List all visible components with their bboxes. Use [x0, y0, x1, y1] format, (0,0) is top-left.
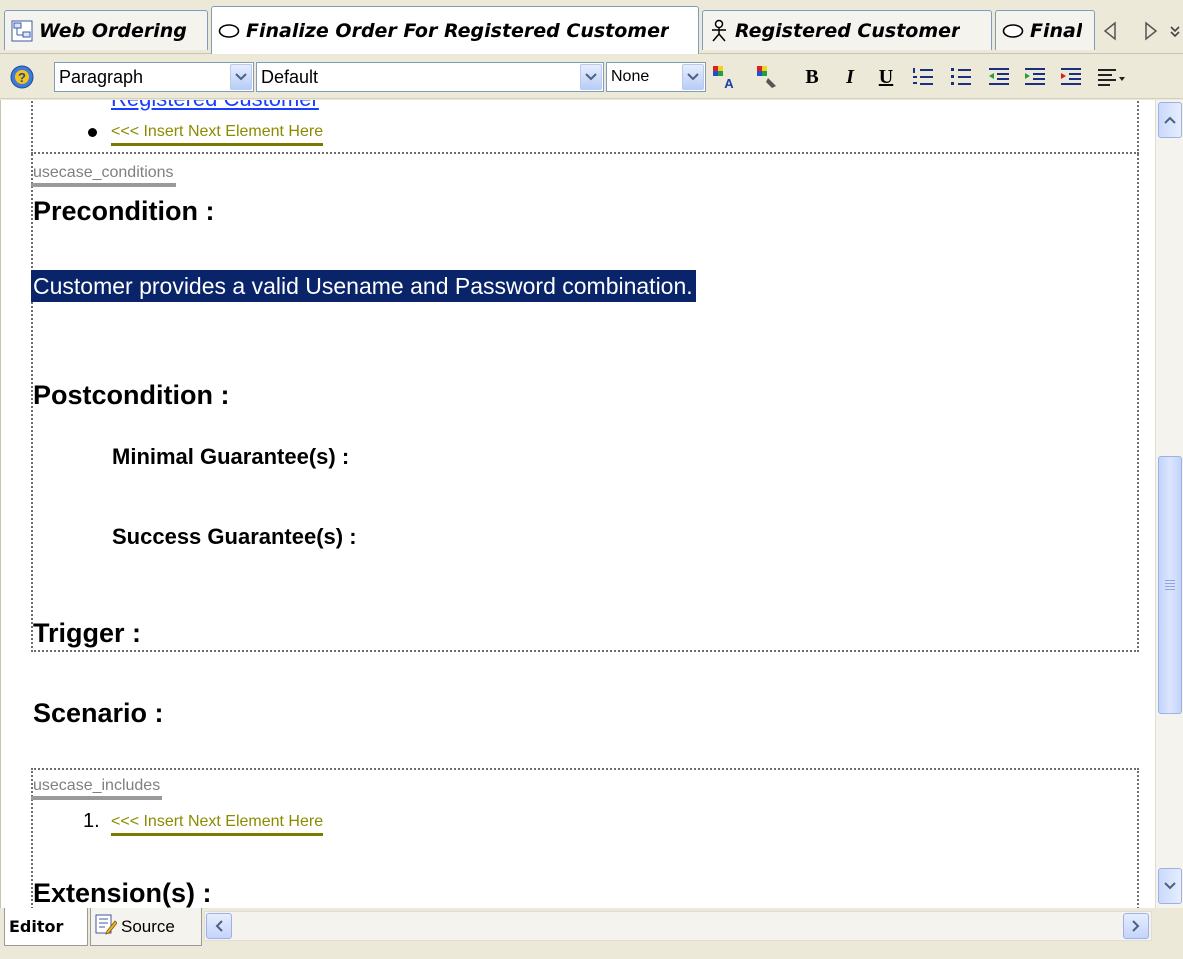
horizontal-scrollbar[interactable]	[204, 911, 1152, 941]
vertical-scrollbar[interactable]	[1155, 100, 1183, 908]
source-pencil-icon	[95, 913, 118, 940]
usecase-includes-tag: usecase_includes	[31, 777, 163, 800]
align-menu-icon[interactable]	[1094, 63, 1130, 91]
usecase-ellipse-icon	[1002, 23, 1024, 39]
actor-icon	[709, 19, 729, 43]
postcondition-heading: Postcondition :	[33, 380, 230, 410]
font-size-value: None	[611, 68, 650, 85]
format-toolbar: ? Paragraph Default None A B I U	[0, 55, 1183, 99]
scroll-left-button[interactable]	[206, 913, 232, 939]
font-size-select[interactable]: None	[606, 62, 706, 92]
scroll-tabs-right-icon[interactable]	[1138, 14, 1164, 48]
tab-editor[interactable]: Editor	[4, 908, 88, 946]
chevron-down-icon[interactable]	[230, 64, 252, 90]
precondition-heading: Precondition :	[33, 196, 215, 226]
italic-button[interactable]: I	[836, 63, 864, 91]
outdent-icon[interactable]	[984, 63, 1014, 91]
tab-source[interactable]: Source	[90, 908, 202, 946]
trigger-heading: Trigger :	[33, 618, 142, 648]
list-bullet	[88, 128, 97, 137]
chevron-left-icon	[215, 920, 223, 932]
help-icon[interactable]: ?	[8, 63, 36, 91]
diagram-icon	[11, 20, 33, 42]
text-color-icon[interactable]: A	[708, 63, 738, 91]
document-tab-strip: Web Ordering Finalize Order For Register…	[0, 0, 1183, 54]
svg-text:?: ?	[18, 70, 26, 85]
scroll-down-button[interactable]	[1158, 868, 1182, 904]
scroll-thumb[interactable]	[1158, 456, 1182, 714]
indent-more-icon[interactable]	[1056, 63, 1086, 91]
includes-list-number: 1.	[83, 810, 100, 832]
tab-finalize-order[interactable]: Finalize Order For Registered Customer	[211, 6, 699, 54]
minimal-guarantee-label: Minimal Guarantee(s) :	[112, 444, 350, 469]
chevron-right-icon	[1132, 920, 1140, 932]
tab-label: Finalize Order For Registered Customer	[246, 19, 670, 42]
numbered-list-icon[interactable]	[908, 63, 938, 91]
chevron-down-icon[interactable]	[580, 64, 602, 90]
font-family-value: Default	[261, 66, 319, 87]
bold-button[interactable]: B	[798, 63, 826, 91]
tab-web-ordering[interactable]: Web Ordering	[4, 10, 208, 50]
success-guarantee-label: Success Guarantee(s) :	[112, 524, 357, 549]
chevron-down-icon[interactable]	[682, 64, 704, 90]
editor-tab-label: Editor	[9, 917, 64, 936]
editor-canvas[interactable]: Registered Customer <<< Insert Next Elem…	[0, 100, 1155, 908]
precondition-text-selected[interactable]: Customer provides a valid Usename and Pa…	[31, 270, 696, 302]
scroll-right-button[interactable]	[1123, 913, 1149, 939]
font-family-select[interactable]: Default	[256, 62, 604, 92]
bulleted-list-icon[interactable]	[946, 63, 976, 91]
underline-button[interactable]: U	[872, 63, 900, 91]
bottom-bar: Editor Source	[0, 908, 1183, 959]
insert-next-element-link[interactable]: <<< Insert Next Element Here	[111, 122, 324, 146]
scroll-tabs-left-icon[interactable]	[1097, 14, 1123, 48]
extensions-heading: Extension(s) :	[33, 878, 212, 908]
paragraph-style-value: Paragraph	[59, 66, 144, 87]
tab-list-menu-icon[interactable]	[1167, 14, 1183, 48]
usecase-conditions-tag: usecase_conditions	[31, 164, 176, 187]
registered-customer-link[interactable]: Registered Customer	[111, 100, 319, 112]
paragraph-style-select[interactable]: Paragraph	[54, 62, 254, 92]
tab-label: Final	[1030, 19, 1083, 42]
chevron-down-icon	[1164, 882, 1176, 890]
tab-label: Web Ordering	[39, 19, 187, 42]
svg-text:A: A	[724, 76, 734, 90]
highlight-color-icon[interactable]	[752, 63, 782, 91]
chevron-up-icon	[1164, 116, 1176, 124]
tab-registered-customer[interactable]: Registered Customer	[702, 10, 992, 50]
includes-insert-next-element-link[interactable]: <<< Insert Next Element Here	[111, 812, 324, 836]
tab-label: Registered Customer	[735, 19, 961, 42]
source-tab-label: Source	[121, 916, 175, 936]
scroll-up-button[interactable]	[1158, 102, 1182, 138]
indent-icon[interactable]	[1020, 63, 1050, 91]
usecase-ellipse-icon	[218, 23, 240, 39]
scenario-heading: Scenario :	[33, 698, 164, 728]
grip-icon	[1165, 580, 1175, 590]
tab-final-truncated[interactable]: Final	[995, 10, 1095, 50]
